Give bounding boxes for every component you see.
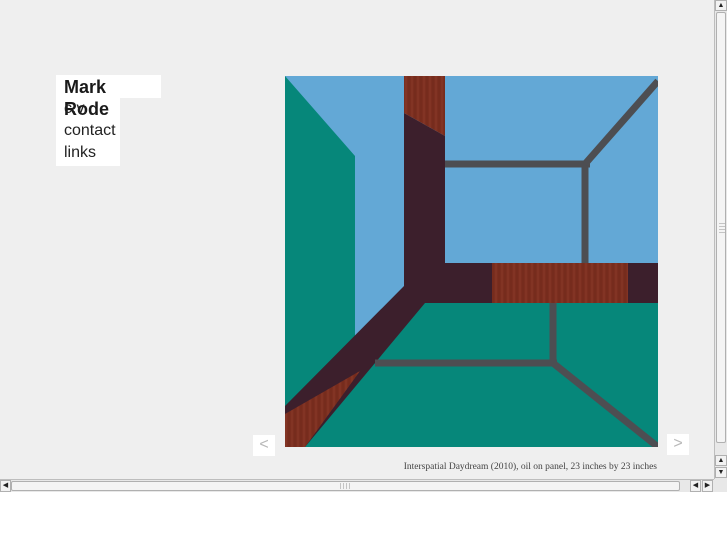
horizontal-scroll-thumb[interactable]	[11, 481, 680, 491]
vertical-scrollbar[interactable]: ▲ ▲ ▼	[714, 0, 727, 479]
artwork-caption: Interspatial Daydream (2010), oil on pan…	[403, 462, 657, 472]
triangle-up-icon[interactable]: ▲	[715, 0, 727, 11]
triangle-left-icon[interactable]: ◀	[690, 480, 701, 492]
page-viewport: Mark Rode c.v. contact links	[0, 0, 714, 479]
vertical-scroll-thumb[interactable]	[716, 12, 726, 443]
site-title-link[interactable]: Mark Rode	[56, 75, 161, 119]
next-image-button[interactable]: >	[667, 434, 689, 455]
painting	[285, 76, 658, 447]
horizontal-scrollbar[interactable]: ◀ ◀ ▶	[0, 479, 714, 492]
triangle-up-icon[interactable]: ▲	[715, 455, 727, 466]
site-nav: Mark Rode c.v. contact links	[56, 75, 161, 166]
scrollbar-corner	[714, 479, 727, 492]
previous-image-button[interactable]: <	[253, 435, 275, 456]
nav-link-links[interactable]: links	[56, 142, 120, 166]
triangle-right-icon[interactable]: ▶	[702, 480, 713, 492]
grip-icon	[340, 483, 352, 489]
grip-icon	[719, 223, 725, 235]
triangle-left-icon[interactable]: ◀	[0, 480, 11, 492]
wood-strip-mid	[492, 263, 628, 303]
artwork-image	[285, 76, 658, 447]
triangle-down-icon[interactable]: ▼	[715, 467, 727, 478]
nav-link-contact[interactable]: contact	[56, 120, 120, 142]
